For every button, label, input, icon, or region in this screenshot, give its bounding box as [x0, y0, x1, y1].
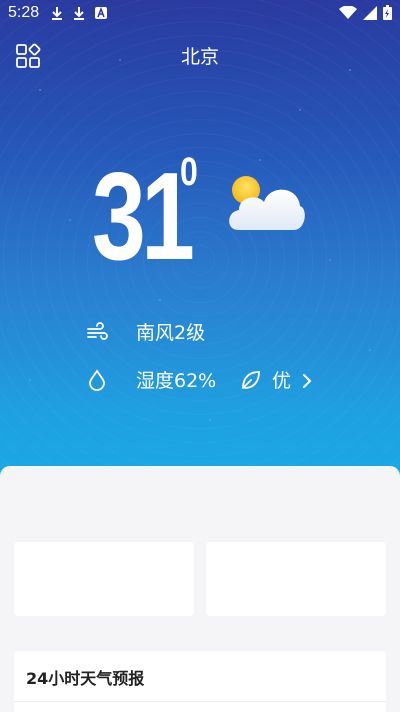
status-time: 5:28	[8, 4, 40, 21]
leaf-icon	[240, 369, 262, 391]
divider	[14, 701, 386, 702]
wind-info: 南风2级	[86, 318, 205, 345]
signal-icon	[363, 5, 377, 24]
download-icon	[50, 6, 64, 20]
humidity-text: 湿度62%	[136, 370, 217, 392]
degree-symbol: 0	[180, 150, 198, 194]
battery-icon	[383, 5, 392, 24]
app-a-icon	[94, 6, 108, 20]
wifi-icon	[339, 4, 357, 24]
hourly-forecast-card: 24小时天气预报	[14, 651, 386, 712]
air-quality-link[interactable]: 优	[240, 366, 315, 393]
top-bar: 北京	[0, 36, 400, 76]
air-quality-text: 优	[272, 370, 292, 392]
chevron-right-icon	[299, 372, 315, 388]
temperature-value: 31	[92, 148, 195, 286]
partly-cloudy-icon	[224, 172, 306, 234]
status-bar: 5:28	[0, 0, 400, 28]
water-drop-icon	[86, 368, 108, 391]
wind-text: 南风2级	[136, 322, 206, 344]
wind-icon	[86, 321, 108, 343]
download-icon	[72, 6, 86, 20]
city-title[interactable]: 北京	[0, 42, 400, 69]
humidity-info: 湿度62%	[86, 366, 216, 393]
forecast-title: 24小时天气预报	[26, 669, 145, 688]
info-card-left[interactable]	[14, 542, 194, 616]
info-card-right[interactable]	[206, 542, 386, 616]
